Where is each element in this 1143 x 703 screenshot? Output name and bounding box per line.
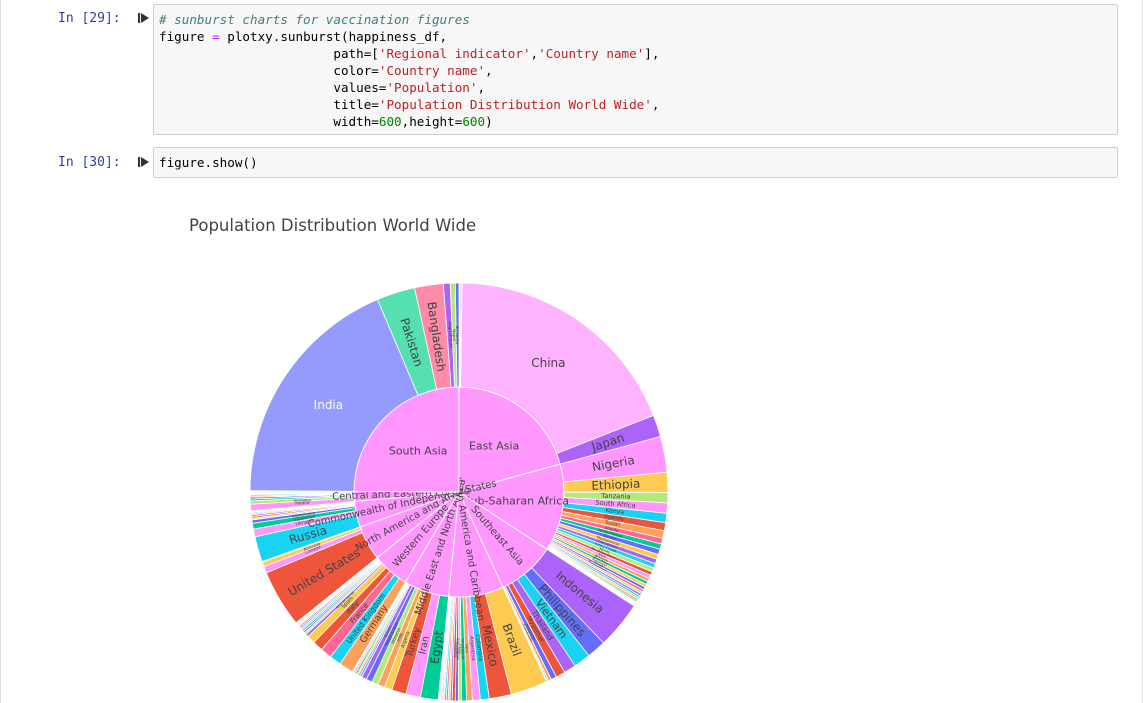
sunburst-country-label: India [314,398,343,412]
sunburst-chart[interactable]: ChinaJapanEast AsiaNigeriaEthiopiaTanzan… [0,0,1143,703]
sunburst-region-label: East Asia [469,439,519,452]
sunburst-country-label: China [531,356,565,370]
sunburst-country-label: Ethiopia [591,477,640,493]
sunburst-region-label: South Asia [389,444,448,457]
sunburst-country-label: Sri Lanka [455,326,460,345]
